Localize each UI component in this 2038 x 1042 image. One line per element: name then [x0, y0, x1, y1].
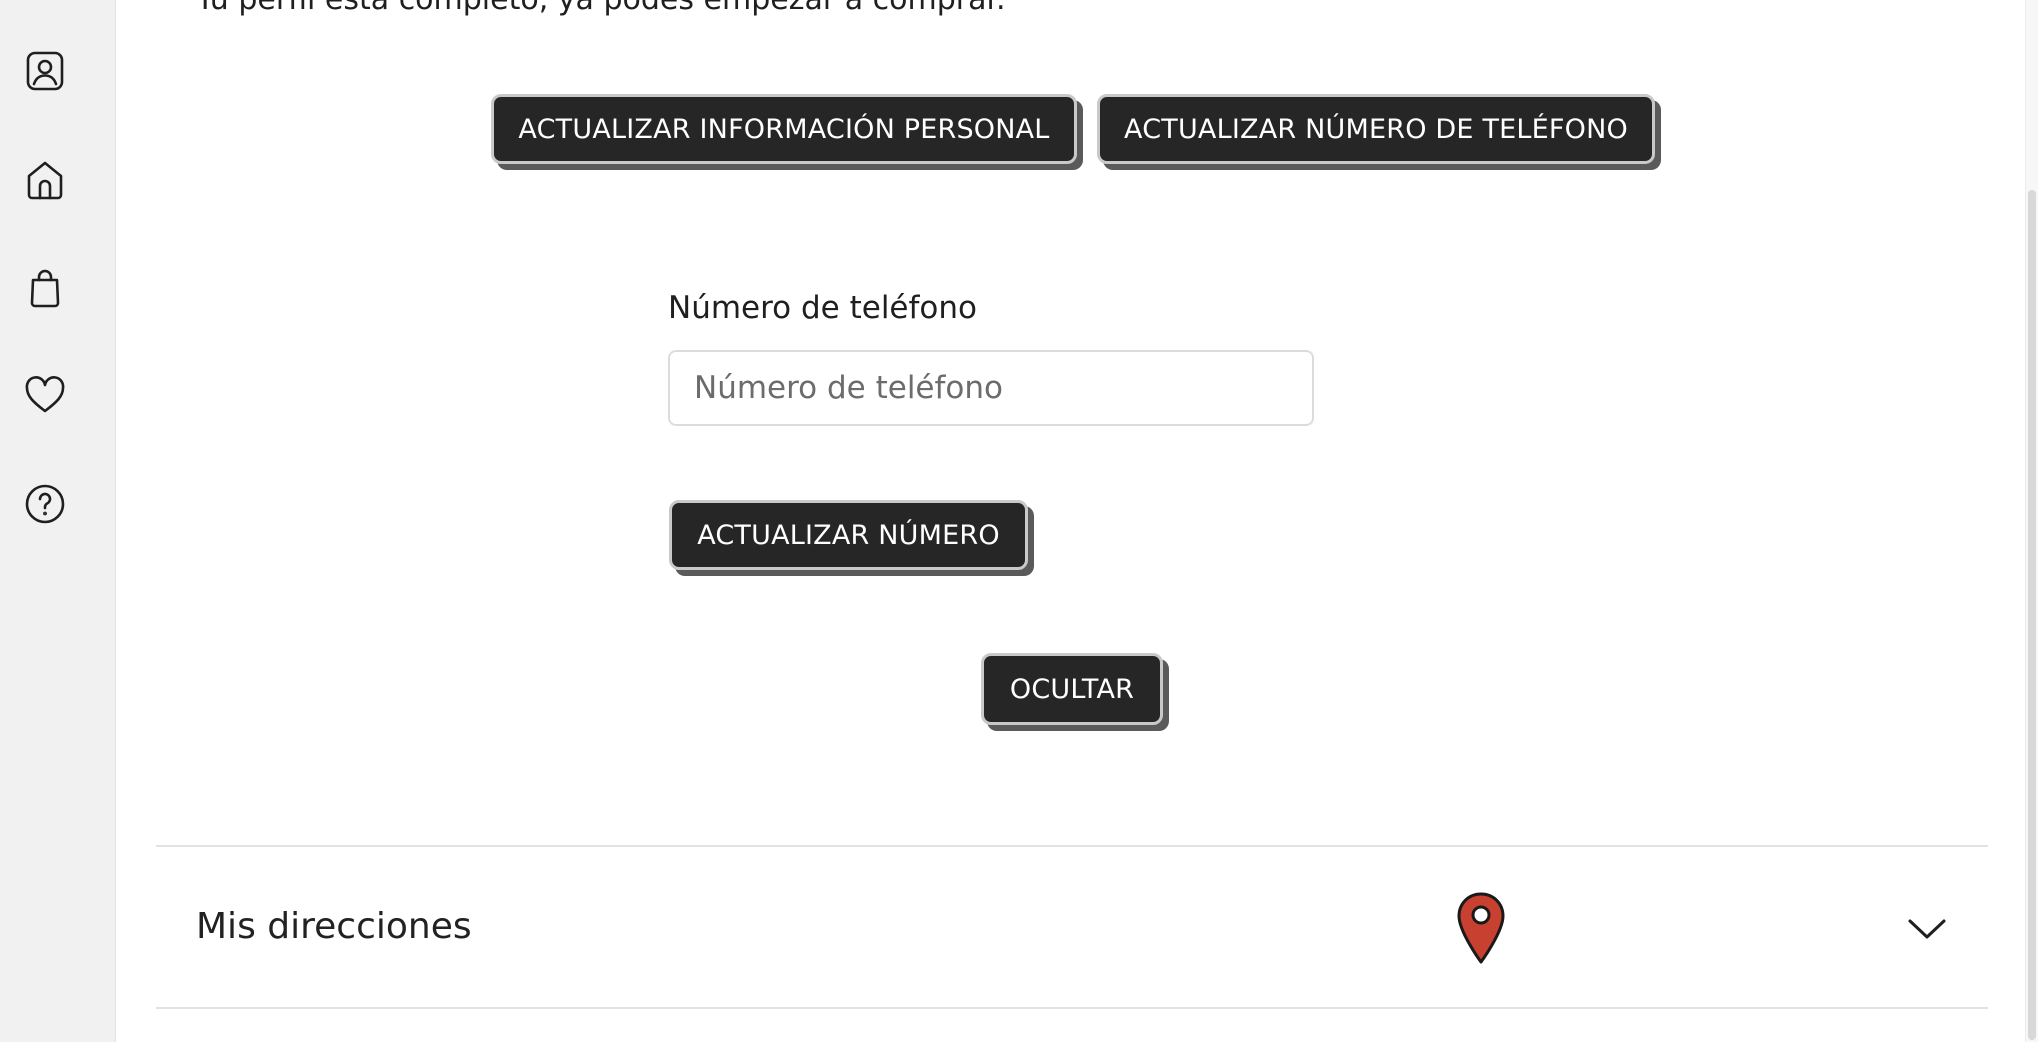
scrollbar-thumb[interactable]: [2028, 190, 2036, 1040]
update-number-button[interactable]: ACTUALIZAR NÚMERO: [669, 500, 1028, 570]
page-scrollbar[interactable]: [2025, 0, 2038, 1042]
home-icon[interactable]: [22, 157, 68, 203]
section-divider: [156, 845, 1988, 847]
heart-icon[interactable]: [22, 372, 68, 418]
update-phone-number-button[interactable]: ACTUALIZAR NÚMERO DE TELÉFONO: [1097, 94, 1655, 164]
section-divider: [156, 1007, 1988, 1009]
sidebar: [0, 0, 116, 1042]
shopping-bag-icon[interactable]: [22, 265, 68, 311]
phone-number-input[interactable]: [668, 350, 1314, 426]
help-icon[interactable]: [22, 481, 68, 527]
addresses-title: Mis direcciones: [196, 906, 472, 947]
profile-status-text: Tu perfil está completo, ya podés empeza…: [196, 0, 1006, 17]
hide-button[interactable]: OCULTAR: [981, 653, 1163, 725]
chevron-down-icon[interactable]: [1906, 910, 1948, 946]
phone-number-label: Número de teléfono: [668, 290, 978, 326]
update-personal-info-button[interactable]: ACTUALIZAR INFORMACIÓN PERSONAL: [491, 94, 1077, 164]
user-profile-icon[interactable]: [22, 48, 68, 94]
map-pin-icon: [1457, 892, 1505, 964]
